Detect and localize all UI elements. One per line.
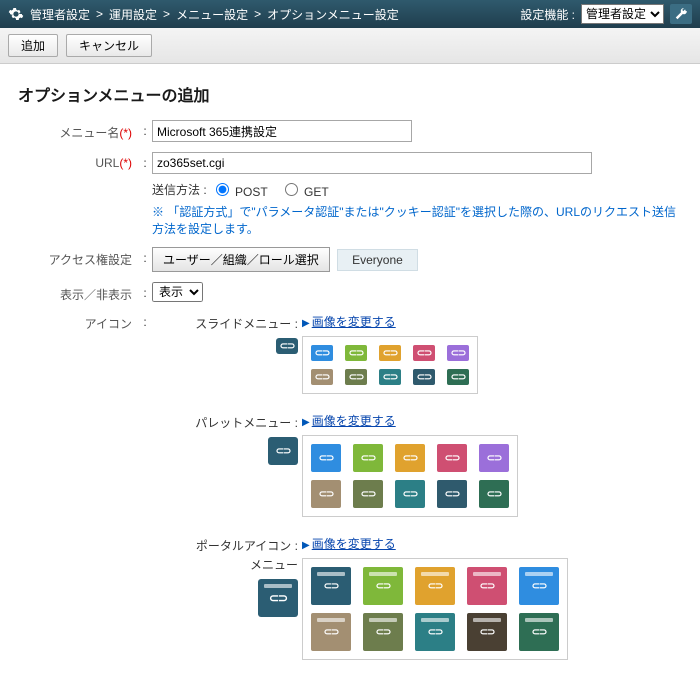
add-button[interactable]: 追加: [8, 34, 58, 57]
toolbar: 追加 キャンセル: [0, 28, 700, 64]
slide-change-image-link[interactable]: 画像を変更する: [312, 315, 396, 329]
display-select[interactable]: 表示: [152, 282, 203, 302]
triangle-icon: ▶: [302, 417, 310, 428]
icon-swatch[interactable]: ⊂⊃: [311, 567, 351, 605]
icon-swatch[interactable]: ⊂⊃: [395, 444, 425, 472]
icon-swatch[interactable]: ⊂⊃: [437, 444, 467, 472]
breadcrumb-item[interactable]: オプションメニュー設定: [267, 6, 399, 23]
url-input[interactable]: [152, 152, 592, 174]
icon-swatch[interactable]: ⊂⊃: [415, 613, 455, 651]
setting-function-label: 設定機能 :: [520, 6, 575, 23]
icon-swatch[interactable]: ⊂⊃: [479, 480, 509, 508]
icon-swatch[interactable]: ⊂⊃: [519, 613, 559, 651]
gear-icon: [8, 6, 24, 22]
icon-swatch[interactable]: ⊂⊃: [413, 369, 435, 385]
access-label: アクセス権設定: [49, 253, 132, 267]
palette-menu-label: パレットメニュー: [195, 416, 291, 430]
access-select-button[interactable]: ユーザー／組織／ロール選択: [152, 247, 330, 272]
icon-swatch[interactable]: ⊂⊃: [395, 480, 425, 508]
menu-name-input[interactable]: [152, 120, 412, 142]
palette-current-icon: ⊂⊃: [268, 437, 298, 465]
icon-swatch[interactable]: ⊂⊃: [479, 444, 509, 472]
icon-swatch[interactable]: ⊂⊃: [413, 345, 435, 361]
menu-name-label: メニュー名: [59, 126, 119, 140]
icon-swatch[interactable]: ⊂⊃: [379, 369, 401, 385]
portal-icon-palette: ⊂⊃ ⊂⊃ ⊂⊃ ⊂⊃ ⊂⊃ ⊂⊃ ⊂⊃ ⊂⊃ ⊂⊃ ⊂⊃: [302, 558, 568, 660]
send-method-label: 送信方法 :: [152, 181, 207, 198]
breadcrumb-item[interactable]: 運用設定: [109, 6, 157, 23]
portal-change-image-link[interactable]: 画像を変更する: [312, 537, 396, 551]
send-post-radio[interactable]: POST: [211, 180, 268, 199]
icon-swatch[interactable]: ⊂⊃: [311, 345, 333, 361]
icon-swatch[interactable]: ⊂⊃: [353, 480, 383, 508]
breadcrumb-item[interactable]: メニュー設定: [176, 6, 248, 23]
icon-swatch[interactable]: ⊂⊃: [467, 567, 507, 605]
send-method-note: ※ 「認証方式」で"パラメータ認証"または"クッキー認証"を選択した際の、URL…: [152, 203, 682, 237]
icon-swatch[interactable]: ⊂⊃: [467, 613, 507, 651]
slide-menu-label: スライドメニュー: [195, 317, 291, 331]
portal-icon-label: ポータルアイコン: [196, 539, 291, 553]
icon-swatch[interactable]: ⊂⊃: [447, 369, 469, 385]
topbar: 管理者設定 > 運用設定 > メニュー設定 > オプションメニュー設定 設定機能…: [0, 0, 700, 28]
icon-swatch[interactable]: ⊂⊃: [311, 369, 333, 385]
icon-swatch[interactable]: ⊂⊃: [363, 613, 403, 651]
icon-swatch[interactable]: ⊂⊃: [363, 567, 403, 605]
setting-function-select[interactable]: 管理者設定: [581, 4, 664, 24]
slide-icon-palette: ⊂⊃ ⊂⊃ ⊂⊃ ⊂⊃ ⊂⊃ ⊂⊃ ⊂⊃ ⊂⊃ ⊂⊃ ⊂⊃: [302, 336, 478, 394]
send-get-radio[interactable]: GET: [280, 180, 329, 199]
icon-swatch[interactable]: ⊂⊃: [519, 567, 559, 605]
icon-swatch[interactable]: ⊂⊃: [437, 480, 467, 508]
palette-icon-palette: ⊂⊃ ⊂⊃ ⊂⊃ ⊂⊃ ⊂⊃ ⊂⊃ ⊂⊃ ⊂⊃ ⊂⊃ ⊂⊃: [302, 435, 518, 517]
icon-swatch[interactable]: ⊂⊃: [353, 444, 383, 472]
display-label: 表示／非表示: [60, 288, 132, 302]
breadcrumb-item[interactable]: 管理者設定: [30, 6, 90, 23]
icon-swatch[interactable]: ⊂⊃: [415, 567, 455, 605]
icon-swatch[interactable]: ⊂⊃: [379, 345, 401, 361]
triangle-icon: ▶: [302, 318, 310, 329]
icon-label: アイコン: [85, 317, 132, 331]
icon-swatch[interactable]: ⊂⊃: [345, 369, 367, 385]
breadcrumb: 管理者設定 > 運用設定 > メニュー設定 > オプションメニュー設定: [30, 6, 520, 23]
palette-change-image-link[interactable]: 画像を変更する: [312, 414, 396, 428]
wrench-icon[interactable]: [670, 4, 692, 24]
page-title: オプションメニューの追加: [18, 82, 682, 106]
cancel-button[interactable]: キャンセル: [66, 34, 152, 57]
access-value: Everyone: [337, 249, 418, 271]
url-label: URL: [95, 156, 119, 170]
icon-swatch[interactable]: ⊂⊃: [311, 613, 351, 651]
portal-current-icon: ⊂⊃: [258, 579, 298, 617]
icon-swatch[interactable]: ⊂⊃: [447, 345, 469, 361]
slide-current-icon: ⊂⊃: [276, 338, 298, 354]
icon-swatch[interactable]: ⊂⊃: [311, 480, 341, 508]
icon-swatch[interactable]: ⊂⊃: [311, 444, 341, 472]
portal-menu-label: メニュー: [250, 558, 298, 572]
triangle-icon: ▶: [302, 540, 310, 551]
icon-swatch[interactable]: ⊂⊃: [345, 345, 367, 361]
